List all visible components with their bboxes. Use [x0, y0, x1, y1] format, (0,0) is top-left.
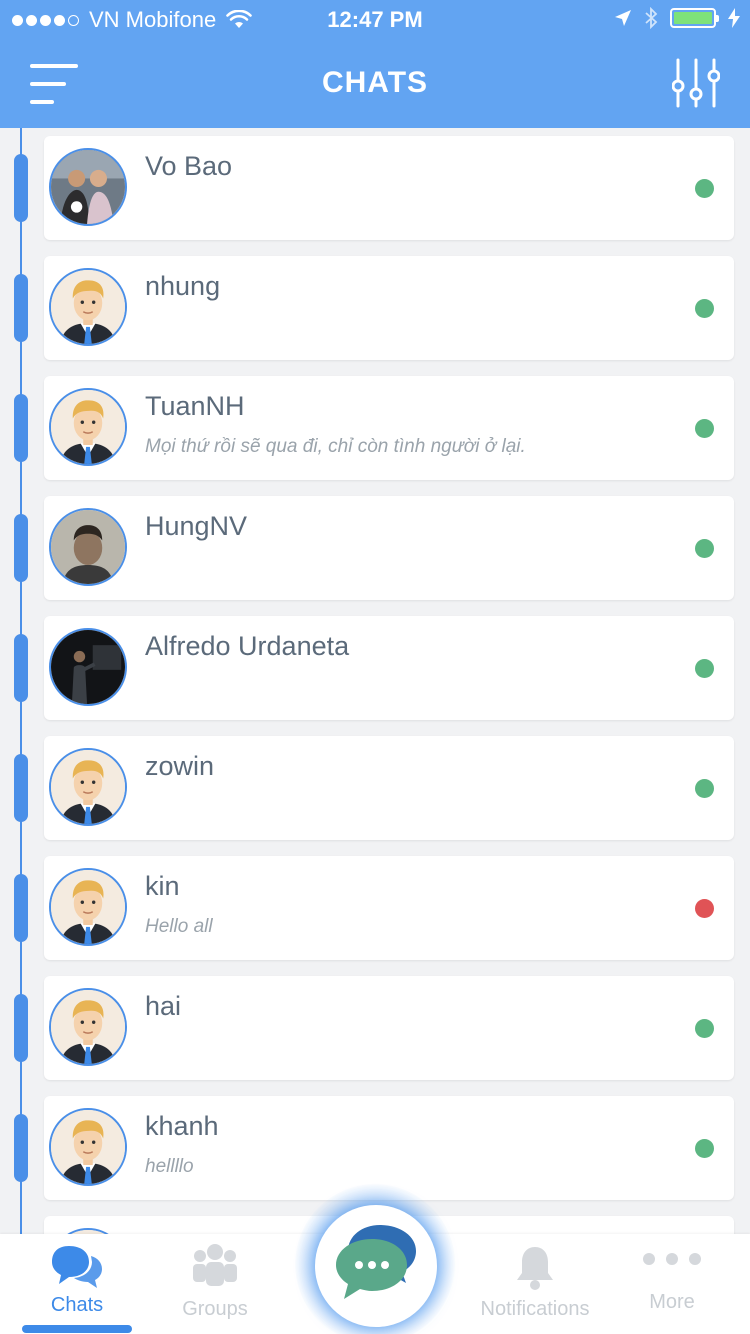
- timeline-marker: [14, 1114, 28, 1182]
- contact-name: khanh: [145, 1111, 219, 1141]
- timeline-marker: [14, 634, 28, 702]
- online-status-dot: [695, 779, 714, 798]
- tab-groups[interactable]: Groups: [160, 1234, 270, 1334]
- avatar: [49, 508, 127, 586]
- timeline-marker: [14, 754, 28, 822]
- battery-fill: [674, 12, 712, 24]
- avatar: [49, 1108, 127, 1186]
- avatar: [49, 988, 127, 1066]
- contact-name: Alfredo Urdaneta: [145, 631, 350, 661]
- last-message: Hello all: [145, 916, 213, 937]
- avatar: [49, 388, 127, 466]
- chat-list-item[interactable]: hai: [44, 976, 734, 1080]
- chat-list-item[interactable]: TuanNH Mọi thứ rồi sẽ qua đi, chỉ còn tìn…: [44, 376, 734, 480]
- filter-sliders-icon[interactable]: [672, 58, 720, 108]
- contact-name: TuanNH: [145, 391, 245, 421]
- avatar: [49, 868, 127, 946]
- last-message: Mọi thứ rồi sẽ qua đi, chỉ còn tình ngườ…: [145, 436, 526, 457]
- timeline-marker: [14, 274, 28, 342]
- chat-list-item[interactable]: kin Hello all: [44, 856, 734, 960]
- bluetooth-icon: [645, 7, 658, 29]
- avatar: [49, 628, 127, 706]
- tab-label: Notifications: [480, 1298, 590, 1320]
- tab-notifications[interactable]: Notifications: [470, 1234, 600, 1334]
- location-arrow-icon: [615, 10, 631, 26]
- online-status-dot: [695, 179, 714, 198]
- last-message: hellllo: [145, 1156, 194, 1177]
- status-bar: VN Mobifone 12:47 PM: [0, 0, 750, 40]
- busy-status-dot: [695, 899, 714, 918]
- new-chat-button[interactable]: [315, 1205, 437, 1327]
- page-title: CHATS: [321, 66, 429, 99]
- menu-icon-line: [30, 100, 54, 104]
- online-status-dot: [695, 1139, 714, 1158]
- chat-list-item[interactable]: zowin: [44, 736, 734, 840]
- more-dots-icon: [643, 1253, 701, 1265]
- contact-name: hai: [145, 991, 182, 1021]
- chat-list-item[interactable]: Alfredo Urdaneta: [44, 616, 734, 720]
- contact-name: HungNV: [145, 511, 248, 541]
- timeline-marker: [14, 394, 28, 462]
- tab-more[interactable]: More: [620, 1234, 724, 1334]
- tab-label: Groups: [182, 1298, 248, 1320]
- group-people-icon: [193, 1244, 237, 1286]
- tab-chats[interactable]: Chats: [22, 1234, 132, 1334]
- avatar: [49, 748, 127, 826]
- chat-list-item[interactable]: Vo Bao: [44, 136, 734, 240]
- battery-icon: [670, 8, 719, 28]
- timeline-marker: [14, 514, 28, 582]
- avatar: [49, 268, 127, 346]
- contact-name: zowin: [145, 751, 215, 781]
- online-status-dot: [695, 299, 714, 318]
- nav-bar: CHATS: [0, 40, 750, 128]
- online-status-dot: [695, 539, 714, 558]
- active-tab-indicator: [22, 1325, 132, 1333]
- timeline-marker: [14, 154, 28, 222]
- chat-bubbles-icon: [52, 1246, 102, 1288]
- online-status-dot: [695, 659, 714, 678]
- contact-name: nhung: [145, 271, 221, 301]
- new-chat-bubble-icon: [336, 1225, 416, 1299]
- bell-icon: [517, 1247, 553, 1290]
- timeline-marker: [14, 874, 28, 942]
- timeline-marker: [14, 994, 28, 1062]
- charging-bolt-icon: [728, 8, 740, 28]
- contact-name: Vo Bao: [145, 151, 233, 181]
- tab-label: Chats: [50, 1294, 104, 1316]
- chat-list-item[interactable]: nhung: [44, 256, 734, 360]
- avatar: [49, 148, 127, 226]
- online-status-dot: [695, 419, 714, 438]
- chat-list-item[interactable]: HungNV: [44, 496, 734, 600]
- contact-name: kin: [145, 871, 180, 901]
- tab-label: More: [649, 1291, 695, 1313]
- online-status-dot: [695, 1019, 714, 1038]
